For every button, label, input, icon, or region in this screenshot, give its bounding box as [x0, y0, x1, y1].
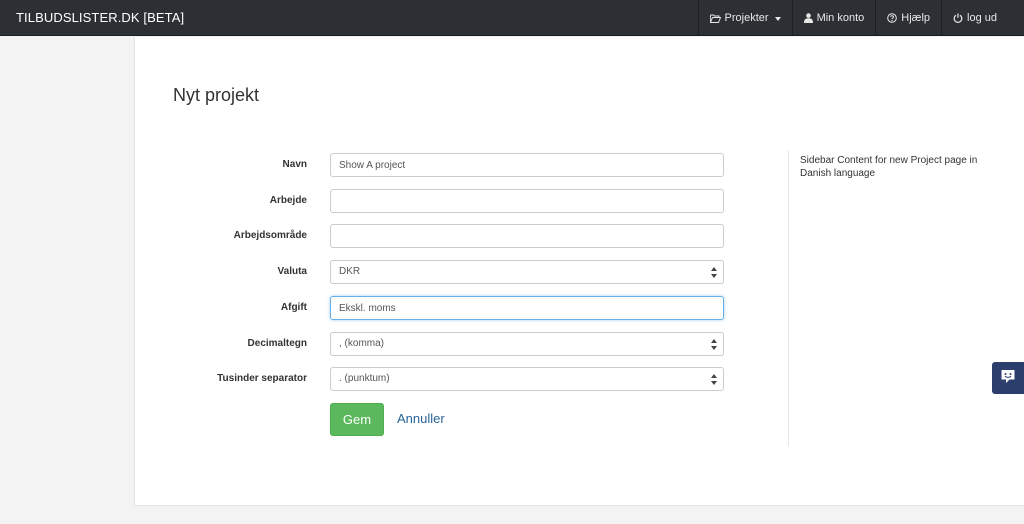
field-label: Arbejdsområde [233, 230, 307, 241]
select-arrows-icon [711, 267, 717, 278]
question-circle-icon [887, 13, 898, 23]
select-arrows-icon [711, 374, 717, 385]
nav-item-label: log ud [967, 12, 997, 24]
navn-input[interactable] [330, 153, 724, 177]
chat-bubble-icon [1000, 369, 1016, 387]
sidebar-content: Sidebar Content for new Project page in … [800, 155, 978, 179]
top-navbar: TILBUDSLISTER.DK [BETA] Projekter Min ko… [0, 0, 1024, 36]
folder-open-icon [709, 14, 721, 23]
caret-down-icon [774, 16, 781, 21]
nav-item-log-ud[interactable]: log ud [941, 0, 1024, 36]
user-icon [803, 13, 813, 23]
nav-item-projekter[interactable]: Projekter [697, 0, 792, 36]
left-gutter [0, 37, 134, 524]
form-row-afgift: Afgift [150, 296, 726, 320]
select-value: . (punktum) [339, 373, 390, 384]
nav-item-label: Hjælp [901, 12, 931, 24]
select-arrows-icon [711, 339, 717, 350]
valuta-select[interactable]: DKR [330, 260, 724, 284]
form-row-valuta: Valuta DKR [150, 260, 726, 284]
navbar-menu: Projekter Min konto Hjælp log ud [697, 0, 1024, 36]
power-icon [953, 13, 963, 23]
arbejdsomraade-input[interactable] [330, 224, 724, 248]
form-row-decimaltegn: Decimaltegn , (komma) [150, 332, 726, 356]
brand-logo[interactable]: TILBUDSLISTER.DK [BETA] [16, 0, 184, 36]
field-label: Arbejde [269, 195, 307, 206]
chat-widget-button[interactable] [992, 362, 1024, 394]
field-label: Valuta [277, 266, 307, 277]
afgift-input[interactable] [330, 296, 724, 320]
save-button[interactable]: Gem [330, 403, 384, 436]
page-title: Nyt projekt [173, 85, 260, 105]
select-value: DKR [339, 266, 361, 277]
field-label: Navn [282, 159, 307, 170]
nav-item-label: Projekter [724, 12, 769, 24]
select-value: , (komma) [339, 338, 384, 349]
form-row-navn: Navn [150, 153, 726, 177]
field-label: Afgift [280, 302, 307, 313]
nav-item-hjaelp[interactable]: Hjælp [875, 0, 941, 36]
sidebar-divider [788, 150, 789, 446]
decimaltegn-select[interactable]: , (komma) [330, 332, 724, 356]
nav-item-min-konto[interactable]: Min konto [791, 0, 876, 36]
tusinder-separator-select[interactable]: . (punktum) [330, 367, 724, 391]
form-row-tusinder-separator: Tusinder separator . (punktum) [150, 367, 726, 391]
field-label: Decimaltegn [247, 338, 307, 349]
form-row-arbejdsomraade: Arbejdsområde [150, 224, 726, 248]
form-row-arbejde: Arbejde [150, 189, 726, 213]
field-label: Tusinder separator [217, 373, 307, 384]
nav-item-label: Min konto [816, 12, 865, 24]
arbejde-input[interactable] [330, 189, 724, 213]
cancel-link[interactable]: Annuller [397, 411, 445, 426]
